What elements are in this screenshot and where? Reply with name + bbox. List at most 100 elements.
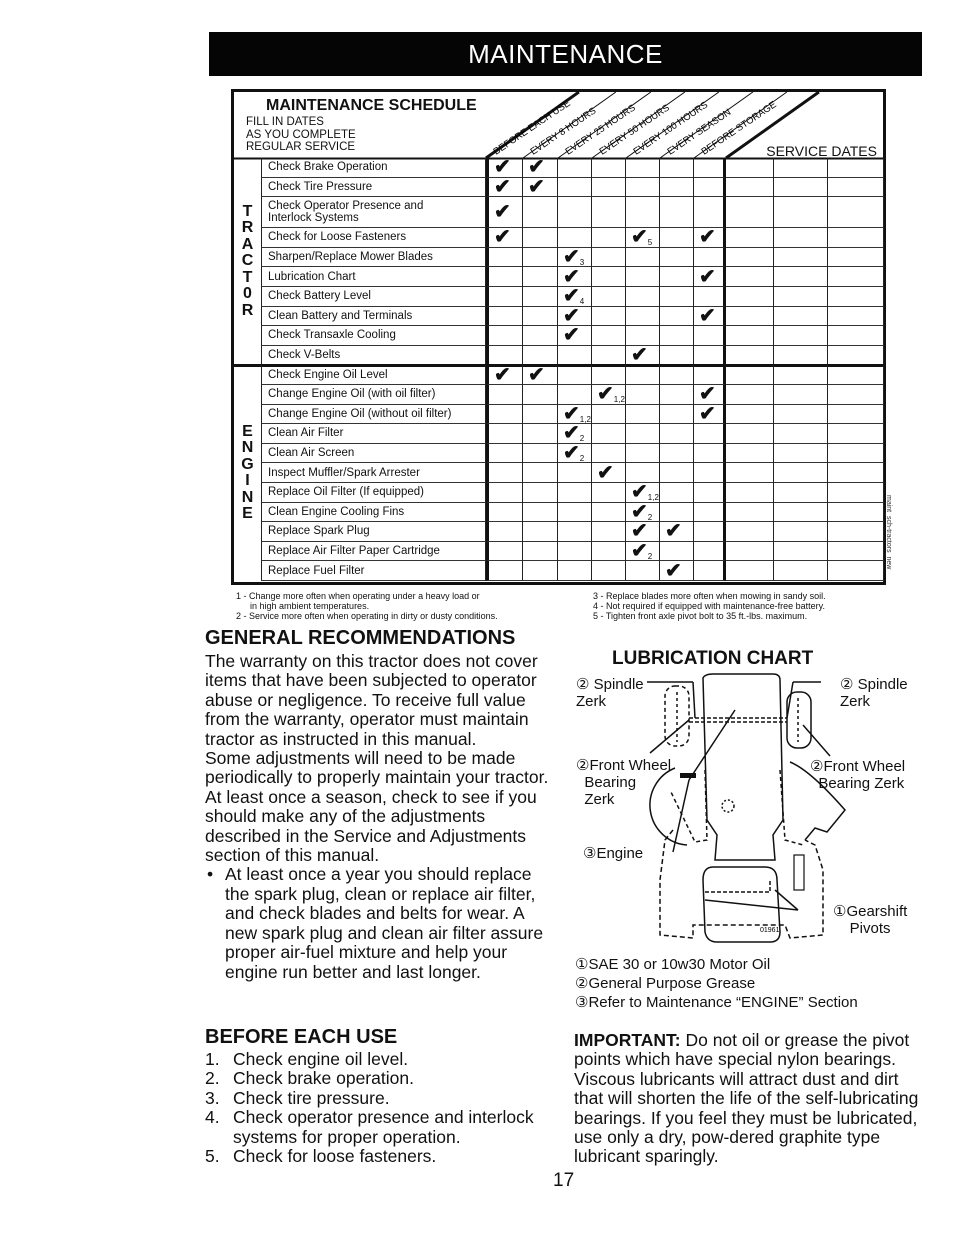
service-date-cell[interactable] — [828, 228, 884, 248]
service-date-cell[interactable] — [726, 345, 774, 366]
service-date-cell[interactable] — [726, 287, 774, 307]
checkmark-icon: ✔ — [494, 363, 511, 386]
interval-cell — [592, 158, 626, 178]
item-number: 4. — [205, 1107, 220, 1128]
service-date-cell[interactable] — [828, 158, 884, 178]
service-date-cell[interactable] — [726, 158, 774, 178]
section-letter: A — [241, 235, 254, 253]
service-date-cell[interactable] — [828, 197, 884, 229]
interval-cell — [626, 404, 660, 425]
section-letter: T — [242, 202, 253, 220]
service-date-cell[interactable] — [774, 483, 828, 503]
service-date-cell[interactable] — [726, 177, 774, 198]
interval-cell — [626, 443, 660, 464]
service-date-cell[interactable] — [774, 502, 828, 523]
interval-cell — [694, 424, 726, 444]
service-date-cell[interactable] — [774, 522, 828, 542]
service-date-cell[interactable] — [774, 561, 828, 581]
service-date-cell[interactable] — [726, 228, 774, 248]
service-date-cell[interactable] — [828, 267, 884, 287]
task-label: Lubrication Chart — [261, 267, 486, 287]
service-date-cell[interactable] — [828, 522, 884, 542]
checkmark-icon: ✔ — [665, 520, 682, 543]
interval-cell — [558, 561, 592, 581]
service-date-cell[interactable] — [774, 404, 828, 425]
interval-cell — [523, 326, 558, 346]
service-date-cell[interactable] — [726, 541, 774, 562]
service-date-cell[interactable] — [726, 247, 774, 268]
interval-cell — [694, 443, 726, 464]
service-date-cell[interactable] — [726, 424, 774, 444]
task-label: Check Battery Level — [261, 287, 486, 307]
interval-cell — [523, 385, 558, 405]
service-date-cell[interactable] — [828, 287, 884, 307]
service-date-cell[interactable] — [774, 541, 828, 562]
service-date-cell[interactable] — [726, 483, 774, 503]
front-wheel-bearing-marker — [680, 773, 696, 778]
interval-cell — [694, 197, 726, 229]
service-date-cell[interactable] — [828, 502, 884, 523]
service-date-cell[interactable] — [828, 561, 884, 581]
service-date-cell[interactable] — [828, 424, 884, 444]
service-date-cell[interactable] — [726, 463, 774, 483]
service-date-cell[interactable] — [774, 197, 828, 229]
service-date-cell[interactable] — [774, 385, 828, 405]
service-date-cell[interactable] — [828, 326, 884, 346]
service-date-cell[interactable] — [726, 365, 774, 385]
service-date-cell[interactable] — [774, 177, 828, 198]
checkmark-icon: ✔1,2 — [563, 402, 591, 425]
service-date-cell[interactable] — [774, 247, 828, 268]
service-date-cell[interactable] — [774, 306, 828, 327]
interval-cell: ✔ — [660, 561, 694, 581]
service-date-cell[interactable] — [726, 561, 774, 581]
service-date-cell[interactable] — [774, 443, 828, 464]
service-date-cell[interactable] — [828, 345, 884, 366]
interval-cell — [660, 385, 694, 405]
service-date-cell[interactable] — [726, 197, 774, 229]
service-date-cell[interactable] — [726, 267, 774, 287]
footnote-ref: 1,2 — [613, 395, 625, 405]
service-date-cell[interactable] — [726, 443, 774, 464]
task-label: Clean Air Filter — [261, 424, 486, 444]
service-date-cell[interactable] — [726, 385, 774, 405]
service-date-cell[interactable] — [774, 424, 828, 444]
service-date-cell[interactable] — [774, 365, 828, 385]
service-date-cell[interactable] — [828, 443, 884, 464]
footnote: 4 - Not required if equipped with mainte… — [593, 601, 825, 611]
service-date-cell[interactable] — [774, 228, 828, 248]
task-label: Check Transaxle Cooling — [261, 326, 486, 346]
service-date-cell[interactable] — [774, 158, 828, 178]
service-date-cell[interactable] — [828, 483, 884, 503]
service-date-cell[interactable] — [774, 287, 828, 307]
interval-cell — [660, 345, 694, 366]
interval-cell: ✔ — [626, 520, 660, 543]
service-date-cell[interactable] — [726, 502, 774, 523]
section-letter: T — [242, 268, 253, 286]
service-date-cell[interactable] — [774, 267, 828, 287]
service-date-cell[interactable] — [828, 385, 884, 405]
checkmark-icon: ✔ — [631, 520, 648, 543]
service-date-cell[interactable] — [828, 365, 884, 385]
interval-cell: ✔ — [694, 267, 726, 287]
service-date-cell[interactable] — [774, 326, 828, 346]
interval-cell — [592, 365, 626, 385]
service-date-cell[interactable] — [726, 522, 774, 542]
service-date-cell[interactable] — [726, 306, 774, 327]
service-date-cell[interactable] — [726, 326, 774, 346]
service-date-cell[interactable] — [774, 463, 828, 483]
task-label: Replace Spark Plug — [261, 522, 486, 542]
service-date-cell[interactable] — [828, 463, 884, 483]
task-label: Clean Engine Cooling Fins — [261, 502, 486, 523]
service-date-cell[interactable] — [828, 404, 884, 425]
service-date-cell[interactable] — [828, 306, 884, 327]
service-date-cell[interactable] — [828, 177, 884, 198]
service-date-cell[interactable] — [828, 247, 884, 268]
legend-item: ①SAE 30 or 10w30 Motor Oil — [575, 956, 771, 973]
paragraph: Some adjustments will need to be made pe… — [205, 748, 549, 788]
service-date-cell[interactable] — [828, 541, 884, 562]
interval-cell — [592, 287, 626, 307]
service-date-cell[interactable] — [726, 404, 774, 425]
service-date-cell[interactable] — [774, 345, 828, 366]
item-text: Check operator presence and interlock sy… — [233, 1107, 534, 1147]
subtitle-line: AS YOU COMPLETE — [246, 128, 356, 141]
